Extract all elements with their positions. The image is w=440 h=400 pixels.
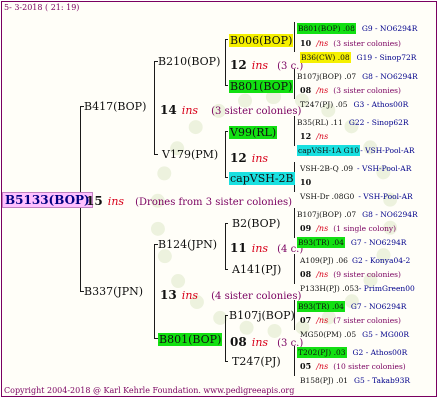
gen4-dam-line: T247(PJ) .05 G3 - Athos00R [300, 94, 408, 110]
ancestor-queen[interactable]: capVSH-1A G10 [297, 145, 361, 156]
tree-line [294, 22, 295, 52]
tree-line [225, 39, 226, 85]
gen1-ins: 13 ins (4 sister colonies) [160, 286, 301, 302]
gen4-dam-line: VSH-Dr .08G0 - VSH-Pool-AR [300, 186, 413, 202]
ins-label: ins [251, 152, 269, 165]
tree-line [225, 39, 228, 40]
gen2-ins: 11 ins (4 c.) [230, 239, 303, 255]
ins-count: 12 [230, 58, 247, 72]
ins-count: 08 [230, 335, 247, 349]
ins-label: ins [181, 289, 199, 302]
sister-note: (3 sister colonies) [211, 106, 302, 117]
gen2-queen[interactable]: V179(PM) [162, 149, 218, 160]
tree-line [225, 223, 226, 269]
breeder-code: G5 - MG00R [362, 330, 410, 339]
tree-line [225, 131, 226, 177]
ancestor-queen[interactable]: MG50(PM) .05 [300, 330, 356, 339]
gen2-queen[interactable]: B801(BOP) [158, 333, 223, 346]
gen2-queen[interactable]: B210(BOP) [158, 56, 220, 67]
gen3-queen[interactable]: V99(RL) [229, 126, 278, 139]
tree-line [225, 361, 228, 362]
breeder-code: - VSH-Pool-AR [358, 192, 413, 201]
gen4-dam-line: capVSH-1A G10- VSH-Pool-AR [297, 140, 415, 156]
breeder-code: - VSH-Pool-AR [360, 146, 415, 155]
breeder-code: G7 - NO6294R [350, 238, 407, 247]
gen4-dam-line: B158(PJ) .01 G5 - Takab93R [300, 370, 410, 386]
ancestor-queen[interactable]: P133H(PJ) .053 [300, 284, 359, 293]
report-date: 5- 3-2018 ( 21: 19) [4, 3, 80, 12]
tree-line [225, 223, 228, 224]
tree-line [294, 116, 295, 146]
tree-line [225, 315, 226, 361]
ins-count: 12 [230, 151, 247, 165]
breeder-code: G19 - Sinop72R [356, 53, 417, 62]
ins-label: ins [251, 336, 269, 349]
gen3-queen[interactable]: capVSH-2B [229, 172, 295, 185]
breeder-code: G9 - NO6294R [361, 24, 418, 33]
ins-count: 11 [230, 241, 247, 255]
breeder-code: - PrimGreen00 [358, 284, 415, 293]
root-queen[interactable]: B5133(BOP) [2, 192, 93, 208]
ins-label: ins [251, 59, 269, 72]
ins-label: ins [181, 104, 199, 117]
tree-line [225, 85, 228, 86]
gen2-ins: 12 ins (3 c.) [230, 56, 303, 72]
gen1-queen[interactable]: B337(JPN) [84, 286, 143, 297]
tree-line [294, 254, 295, 284]
gen4-dam-line: B36(CW) .08 G19 - Sinop72R [300, 47, 416, 63]
tree-line [225, 315, 228, 316]
copyright-footer: Copyright 2004-2018 @ Karl Kehrle Founda… [4, 386, 295, 395]
gen4-dam-line: MG50(PM) .05 G5 - MG00R [300, 324, 409, 340]
tree-line [225, 131, 228, 132]
tree-line [225, 177, 228, 178]
gen1-ins: 14 ins (3 sister colonies) [160, 101, 301, 117]
ins-label: ins [107, 195, 125, 208]
gen1-queen[interactable]: B417(BOP) [84, 101, 146, 112]
gen3-queen[interactable]: T247(PJ) [232, 356, 281, 367]
tree-line [154, 154, 158, 155]
ancestor-queen[interactable]: B36(CW) .08 [300, 52, 351, 63]
ins-count: 15 [86, 194, 103, 208]
gen3-queen[interactable]: B2(BOP) [232, 218, 280, 229]
ins-count: 14 [160, 103, 177, 117]
tree-line [154, 244, 155, 338]
breeder-code: G22 - Sinop62R [348, 118, 409, 127]
ancestor-queen[interactable]: T247(PJ) .05 [300, 100, 348, 109]
ancestor-queen[interactable]: B158(PJ) .01 [300, 376, 348, 385]
sister-note: (4 sister colonies) [211, 291, 302, 302]
drone-note: (Drones from 3 sister colonies) [135, 197, 293, 208]
ancestor-queen[interactable]: B93(TR) .04 [297, 237, 345, 248]
tree-line [294, 69, 295, 99]
gen4-dam-line: B93(TR) .04 G7 - NO6294R [297, 232, 406, 248]
gen3-queen[interactable]: A141(PJ) [232, 264, 281, 275]
gen3-queen[interactable]: B801(BOP) [229, 80, 294, 93]
breeder-code: G3 - Athos00R [353, 100, 409, 109]
ins-count: 13 [160, 288, 177, 302]
ins-label: ins [251, 242, 269, 255]
gen2-ins: 12 ins [230, 149, 268, 165]
ancestor-queen[interactable]: VSH-Dr .08G0 [300, 192, 354, 201]
gen2-queen[interactable]: B124(JPN) [158, 239, 217, 250]
tree-line [294, 346, 295, 376]
breeder-code: G5 - Takab93R [354, 376, 411, 385]
gen3-queen[interactable]: B107j(BOP) [229, 310, 295, 321]
gen2-ins: 08 ins (3 c.) [230, 333, 303, 349]
root-inseminations: 15 ins (Drones from 3 sister colonies) [86, 192, 292, 208]
tree-line [225, 269, 228, 270]
tree-line [154, 61, 155, 154]
gen3-queen[interactable]: B006(BOP) [229, 34, 294, 47]
breeder-code: - VSH-Pool-AR [357, 164, 412, 173]
gen4-dam-line: P133H(PJ) .053- PrimGreen00 [300, 278, 415, 294]
tree-line [294, 208, 295, 238]
gen4-sire-line: VSH-2B-Q .09- VSH-Pool-AR [300, 158, 411, 174]
